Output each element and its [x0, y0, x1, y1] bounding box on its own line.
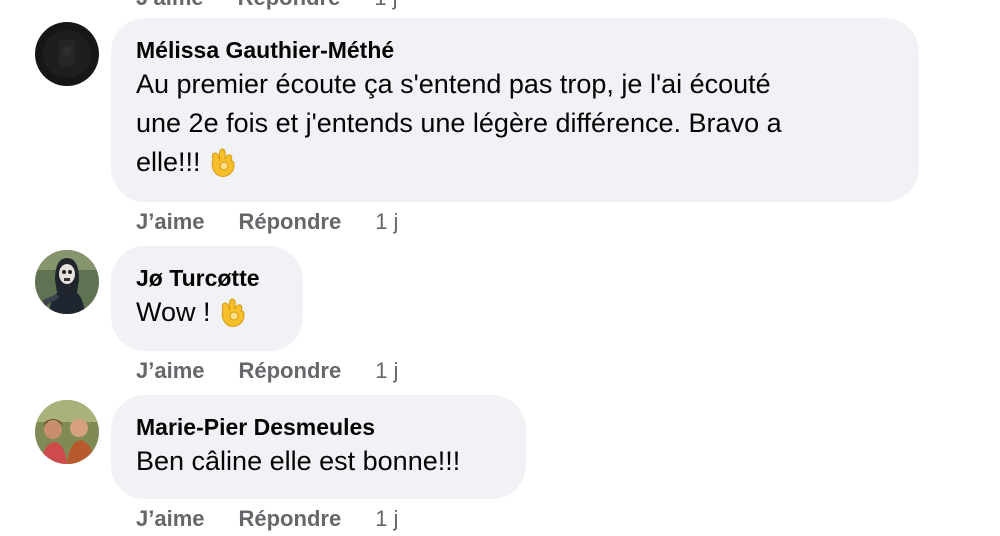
- avatar[interactable]: [35, 22, 99, 86]
- like-button[interactable]: J’aime: [136, 209, 205, 235]
- comment-bubble: Marie-Pier Desmeules Ben câline elle est…: [111, 395, 526, 499]
- comment-timestamp[interactable]: 1 j: [375, 506, 398, 532]
- profile-photo-icon: [35, 22, 99, 86]
- reply-button[interactable]: Répondre: [239, 358, 342, 384]
- comment-author[interactable]: Marie-Pier Desmeules: [136, 412, 500, 442]
- reply-button[interactable]: Répondre: [238, 0, 341, 11]
- previous-comment-actions: J'aime Répondre 1 j: [136, 0, 398, 11]
- comment-author[interactable]: Mélissa Gauthier-Méthé: [136, 35, 893, 65]
- comment-author[interactable]: Jø Turcøtte: [136, 263, 277, 293]
- comment-bubble: Mélissa Gauthier-Méthé Au premier écoute…: [111, 18, 919, 202]
- like-button[interactable]: J’aime: [136, 506, 205, 532]
- avatar[interactable]: [35, 400, 99, 464]
- comment-thread: J'aime Répondre 1 j Mélissa Gauthier-Mét…: [0, 0, 1000, 536]
- ok-hand-icon: [217, 296, 247, 328]
- comment-bubble: Jø Turcøtte Wow !: [111, 246, 303, 351]
- comment-actions: J’aime Répondre 1 j: [136, 506, 398, 532]
- comment-actions: J’aime Répondre 1 j: [136, 209, 398, 235]
- profile-photo-icon: [35, 250, 99, 314]
- comment-text: Ben câline elle est bonne!!!: [136, 446, 461, 476]
- profile-photo-icon: [35, 400, 99, 464]
- reply-button[interactable]: Répondre: [239, 209, 342, 235]
- reply-button[interactable]: Répondre: [239, 506, 342, 532]
- avatar[interactable]: [35, 250, 99, 314]
- comment-timestamp[interactable]: 1 j: [375, 209, 398, 235]
- comment-timestamp[interactable]: 1 j: [375, 358, 398, 384]
- comment-timestamp[interactable]: 1 j: [374, 0, 397, 11]
- comment-actions: J’aime Répondre 1 j: [136, 358, 398, 384]
- like-button[interactable]: J'aime: [136, 0, 204, 11]
- comment-text: Wow !: [136, 293, 277, 332]
- ok-hand-icon: [207, 146, 237, 178]
- comment-text: Au premier écoute ça s'entend pas trop, …: [136, 69, 782, 178]
- like-button[interactable]: J’aime: [136, 358, 205, 384]
